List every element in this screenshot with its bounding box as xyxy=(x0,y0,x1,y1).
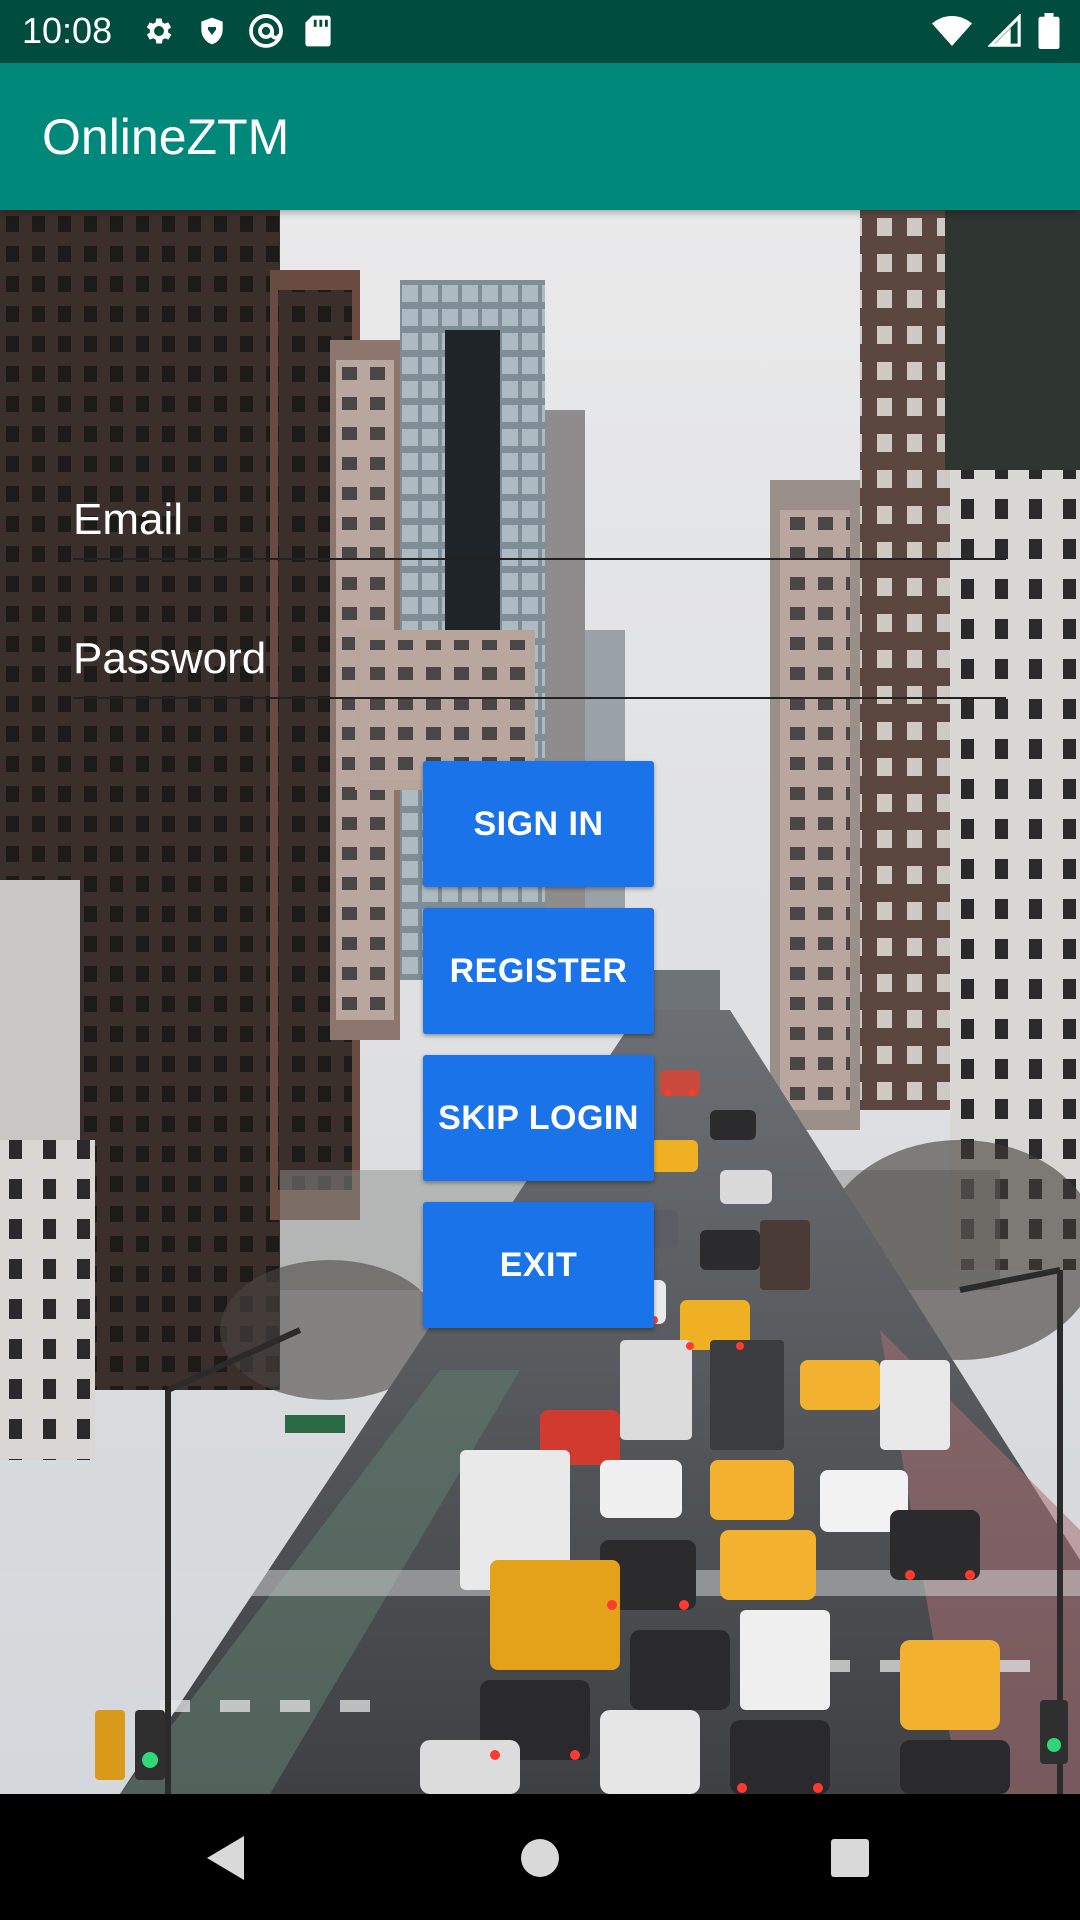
sign-in-button[interactable]: SIGN IN xyxy=(423,761,654,887)
sd-card-icon xyxy=(304,14,332,48)
recent-apps-icon[interactable] xyxy=(814,1822,886,1894)
at-sign-icon xyxy=(248,13,284,49)
shield-icon xyxy=(196,14,228,48)
back-icon[interactable] xyxy=(190,1822,262,1894)
home-icon[interactable] xyxy=(504,1822,576,1894)
app-bar: OnlineZTM xyxy=(0,63,1080,210)
navigation-bar xyxy=(0,1794,1080,1920)
status-time: 10:08 xyxy=(22,10,113,51)
login-screen: 10:08 OnlineZTM Email SIGN IN REGISTER S… xyxy=(0,0,1080,1920)
register-button[interactable]: REGISTER xyxy=(423,908,654,1034)
skip-login-button[interactable]: SKIP LOGIN xyxy=(423,1055,654,1181)
app-title: OnlineZTM xyxy=(42,109,290,165)
password-input[interactable] xyxy=(73,621,1006,697)
battery-icon xyxy=(1038,13,1060,49)
cellular-signal-icon xyxy=(988,14,1022,48)
email-input[interactable] xyxy=(73,482,1006,558)
settings-icon xyxy=(142,14,176,48)
status-bar: 10:08 xyxy=(0,0,1080,63)
exit-button[interactable]: EXIT xyxy=(423,1202,654,1328)
wifi-icon xyxy=(932,14,972,48)
email-field-container xyxy=(73,482,1006,560)
password-field-container xyxy=(73,621,1006,699)
status-system-icons xyxy=(932,13,1060,49)
status-notification-icons xyxy=(142,13,332,49)
